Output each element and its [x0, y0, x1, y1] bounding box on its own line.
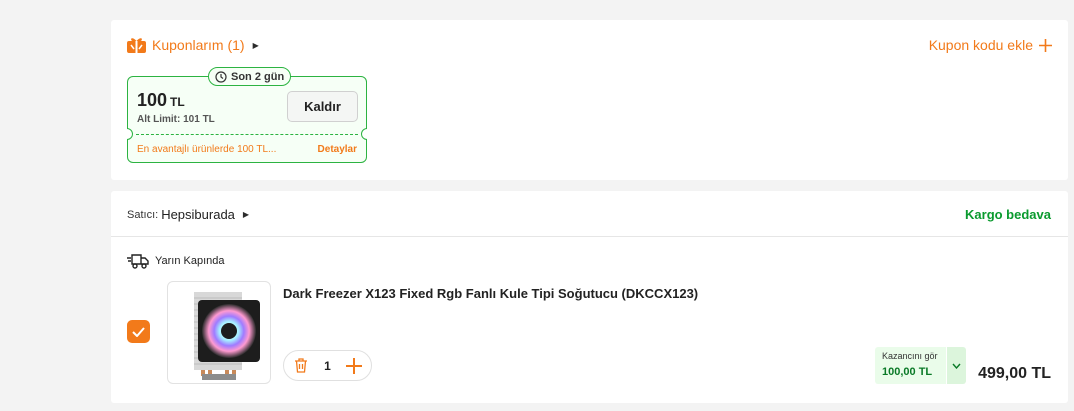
product-image-cooler	[194, 292, 260, 380]
product-price: 499,00 TL	[978, 365, 1051, 382]
plus-icon	[346, 357, 362, 374]
earnings-label: Kazancını gör	[882, 351, 938, 361]
ticket-notch-left	[127, 128, 133, 140]
earnings-info: Kazancını gör 100,00 TL	[875, 347, 946, 384]
caret-right-icon: ▶	[242, 210, 250, 219]
check-icon	[132, 326, 145, 337]
add-coupon-code-label: Kupon kodu ekle	[928, 37, 1033, 53]
delivery-info: Yarın Kapında	[127, 252, 225, 270]
product-select-checkbox[interactable]	[127, 320, 150, 343]
clock-icon	[215, 70, 227, 83]
earnings-value: 100,00 TL	[882, 366, 933, 378]
coupon-details-link[interactable]: Detaylar	[318, 144, 357, 155]
quantity-stepper: 1	[283, 350, 372, 381]
seller-name[interactable]: Hepsiburada	[161, 207, 235, 222]
product-title[interactable]: Dark Freezer X123 Fixed Rgb Fanlı Kule T…	[283, 286, 698, 301]
expiry-badge: Son 2 gün	[208, 67, 292, 86]
remove-item-button[interactable]	[293, 358, 309, 374]
coupon-amount-value: 100	[137, 90, 168, 110]
delivery-label: Yarın Kapında	[155, 255, 225, 267]
caret-right-icon: ▶	[252, 40, 259, 50]
coupon-ticket: Son 2 gün 100 TL Alt Limit: 101 TL Kaldır…	[127, 67, 367, 163]
truck-icon	[127, 254, 149, 269]
gift-icon	[127, 38, 146, 53]
seller-label: Satıcı:	[127, 208, 159, 221]
product-image[interactable]	[167, 281, 271, 384]
ticket-divider	[136, 134, 358, 135]
coupon-min-limit: Alt Limit: 101 TL	[137, 114, 215, 125]
add-coupon-code-button[interactable]: Kupon kodu ekle	[929, 37, 1052, 53]
coupons-title: Kuponlarım (1)	[152, 37, 245, 53]
expiry-text: Son 2 gün	[231, 70, 285, 83]
coupon-currency: TL	[170, 95, 185, 109]
seller-link[interactable]: Satıcı: Hepsiburada ▶	[127, 207, 249, 222]
coupons-card: Kuponlarım (1) ▶ Kupon kodu ekle Son 2 g…	[111, 20, 1068, 180]
earnings-box: Kazancını gör 100,00 TL	[875, 347, 966, 384]
plus-icon	[1039, 38, 1052, 52]
chevron-down-icon	[952, 363, 961, 369]
seller-card: Satıcı: Hepsiburada ▶ Kargo bedava Yarın…	[111, 191, 1068, 403]
remove-coupon-button[interactable]: Kaldır	[287, 91, 358, 122]
free-shipping-label: Kargo bedava	[965, 207, 1051, 222]
ticket-notch-right	[361, 128, 367, 140]
my-coupons-toggle[interactable]: Kuponlarım (1) ▶	[127, 37, 259, 53]
increase-quantity-button[interactable]	[346, 357, 362, 374]
trash-icon	[295, 358, 307, 373]
earnings-expand-button[interactable]	[947, 347, 966, 384]
coupon-amount: 100 TL	[137, 90, 185, 111]
quantity-value: 1	[324, 358, 331, 373]
divider	[111, 236, 1068, 237]
coupon-description: En avantajlı ürünlerde 100 TL...	[137, 144, 277, 155]
